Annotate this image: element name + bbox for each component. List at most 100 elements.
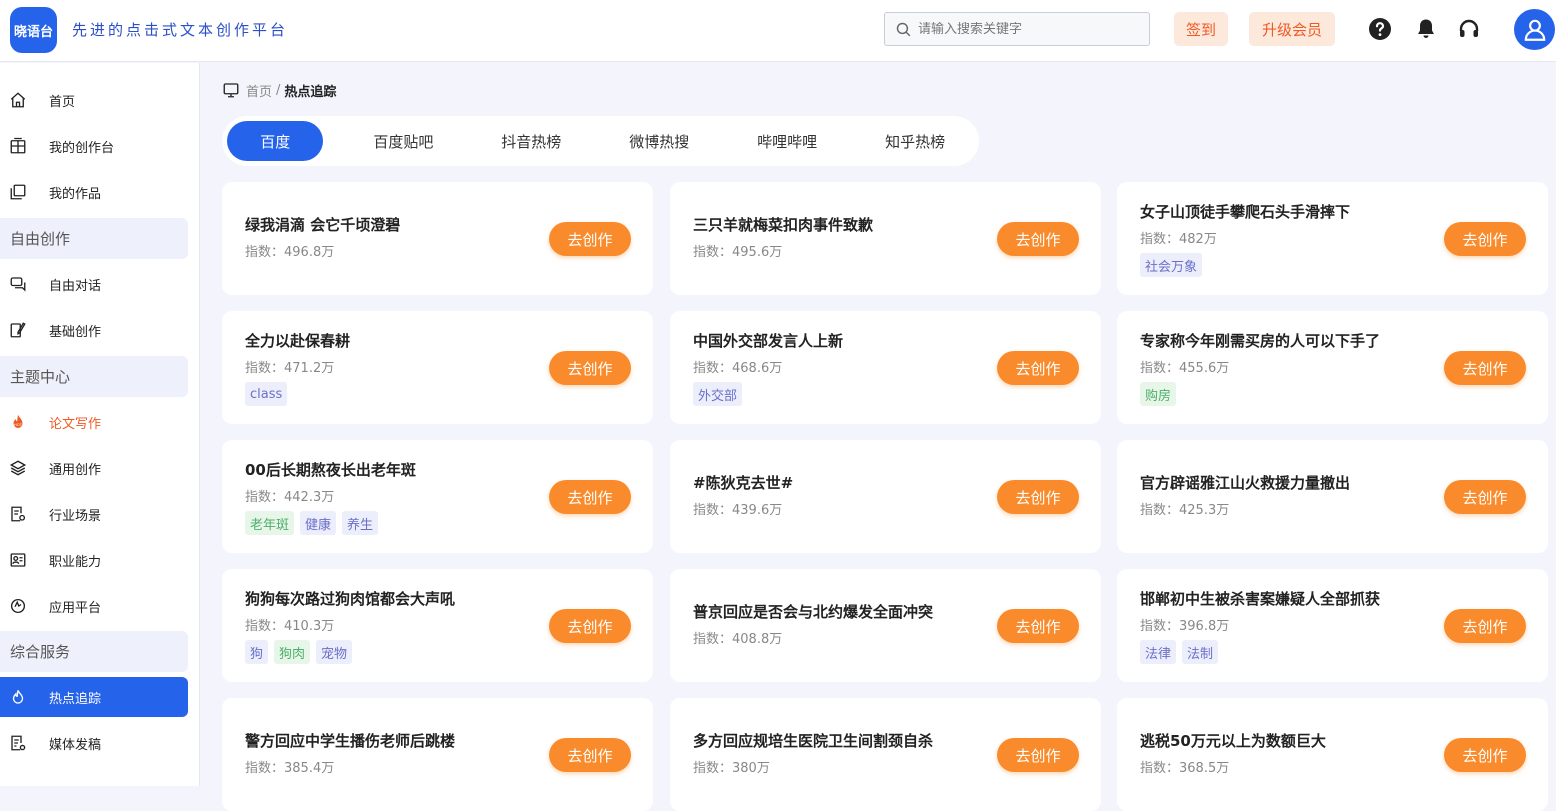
hot-topic-title[interactable]: 警方回应中学生播伤老师后跳楼 <box>245 730 455 751</box>
hot-topic-card[interactable]: 警方回应中学生播伤老师后跳楼指数：385.4万 去创作 <box>222 698 653 811</box>
hot-topic-title[interactable]: 普京回应是否会与北约爆发全面冲突 <box>693 601 933 622</box>
topic-tag[interactable]: 狗 <box>245 640 269 664</box>
help-icon[interactable] <box>1368 17 1392 41</box>
sidebar-item-label: 热点追踪 <box>49 691 102 707</box>
hot-index-value: 指数：471.2万 <box>245 361 335 376</box>
hot-topic-card[interactable]: 三只羊就梅菜扣肉事件致歉 指数：495.6万 去创作 <box>670 182 1101 295</box>
sidebar-item-free-chat[interactable]: 自由对话 <box>0 264 188 304</box>
hot-topic-card[interactable]: 绿我涓滴 会它千顷澄碧 指数：496.8万 去创作 <box>222 182 653 295</box>
signin-button[interactable]: 签到 <box>1174 12 1228 46</box>
breadcrumb-home[interactable]: 首页 <box>246 81 272 100</box>
search-box[interactable] <box>884 12 1150 46</box>
hot-topic-title[interactable]: 官方辟谣雅江山火救援力量撤出 <box>1140 472 1350 493</box>
tab-douyin[interactable]: 抖音热榜 <box>467 121 595 161</box>
go-create-button[interactable]: 去创作 <box>549 738 631 772</box>
tab-bilibili[interactable]: 哔哩哔哩 <box>723 121 851 161</box>
sidebar-item-career-skills[interactable]: 职业能力 <box>0 540 188 580</box>
topic-tag[interactable]: 法制 <box>1182 640 1219 664</box>
go-create-button[interactable]: 去创作 <box>1444 480 1526 514</box>
hot-topic-card[interactable]: 多方回应规培生医院卫生间割颈自杀 指数：380万 去创作 <box>670 698 1101 811</box>
hot-index-value: 指数：410.3万 <box>245 619 335 634</box>
tab-weibo[interactable]: 微博热搜 <box>595 121 723 161</box>
topic-tag[interactable]: 老年斑 <box>245 511 295 535</box>
hot-topic-title[interactable]: 狗狗每次路过狗肉馆都会大声吼 <box>245 588 455 609</box>
headset-icon[interactable] <box>1457 17 1481 41</box>
sidebar-item-paper-writing[interactable]: HOT 论文写作 <box>0 402 188 442</box>
topic-tag[interactable]: class <box>245 382 288 406</box>
go-create-button[interactable]: 去创作 <box>549 222 631 256</box>
go-create-button[interactable]: 去创作 <box>549 351 631 385</box>
go-create-button[interactable]: 去创作 <box>549 480 631 514</box>
hot-topic-card[interactable]: 女子山顶徒手攀爬石头手滑摔下指数：482万社会万象 去创作 <box>1117 182 1548 295</box>
hot-topic-title[interactable]: 00后长期熬夜长出老年斑 <box>245 459 416 480</box>
sidebar-item-app-platform[interactable]: 应用平台 <box>0 586 188 626</box>
hot-topic-card[interactable]: 狗狗每次路过狗肉馆都会大声吼指数：410.3万狗狗肉 宠物 去创作 <box>222 569 653 682</box>
bell-icon[interactable] <box>1414 17 1438 41</box>
go-create-button[interactable]: 去创作 <box>997 738 1079 772</box>
hot-topic-card[interactable]: 00后长期熬夜长出老年斑指数：442.3万老年斑 健康 养生 去创作 <box>222 440 653 553</box>
sidebar-item-label: 我的创作台 <box>49 140 115 156</box>
hot-index-value: 指数：482万 <box>1140 232 1217 247</box>
sidebar-item-basic-creation[interactable]: 基础创作 <box>0 310 188 350</box>
tab-zhihu[interactable]: 知乎热榜 <box>851 121 979 161</box>
article-icon <box>8 733 28 753</box>
hot-topic-title[interactable]: 全力以赴保春耕 <box>245 330 350 351</box>
hot-topic-card[interactable]: 普京回应是否会与北约爆发全面冲突 指数：408.8万 去创作 <box>670 569 1101 682</box>
sidebar-item-media-publishing[interactable]: 媒体发稿 <box>0 723 188 763</box>
sidebar-item-home[interactable]: 首页 <box>0 80 188 120</box>
go-create-button[interactable]: 去创作 <box>549 609 631 643</box>
topic-tag[interactable]: 健康 <box>300 511 337 535</box>
sidebar-item-workspace[interactable]: 我的创作台 <box>0 126 188 166</box>
topic-tag[interactable]: 养生 <box>342 511 379 535</box>
go-create-button[interactable]: 去创作 <box>1444 609 1526 643</box>
go-create-button[interactable]: 去创作 <box>997 609 1079 643</box>
hot-topic-title[interactable]: 女子山顶徒手攀爬石头手滑摔下 <box>1140 201 1350 222</box>
hot-topic-title[interactable]: 逃税50万元以上为数额巨大 <box>1140 730 1326 751</box>
hot-index-value: 指数：385.4万 <box>245 761 335 776</box>
source-tabs: 百度 百度贴吧 抖音热榜 微博热搜 哔哩哔哩 知乎热榜 <box>222 116 979 166</box>
upgrade-member-button[interactable]: 升级会员 <box>1249 12 1335 46</box>
search-input[interactable] <box>918 21 1138 37</box>
sidebar-item-general-creation[interactable]: 通用创作 <box>0 448 188 488</box>
logo[interactable]: 晓语台 <box>10 7 57 53</box>
topic-tag[interactable]: 宠物 <box>316 640 353 664</box>
go-create-button[interactable]: 去创作 <box>1444 738 1526 772</box>
hot-topic-title[interactable]: #陈狄克去世# <box>693 472 793 493</box>
sidebar-item-works[interactable]: 我的作品 <box>0 172 188 212</box>
sidebar-item-label: 基础创作 <box>49 324 102 340</box>
topic-tag[interactable]: 社会万象 <box>1140 253 1203 277</box>
hot-topic-title[interactable]: 三只羊就梅菜扣肉事件致歉 <box>693 214 873 235</box>
hot-topic-card[interactable]: 官方辟谣雅江山火救援力量撤出 指数：425.3万 去创作 <box>1117 440 1548 553</box>
topic-tag[interactable]: 狗肉 <box>274 640 311 664</box>
hot-index-value: 指数：442.3万 <box>245 490 335 505</box>
tab-baidu-tieba[interactable]: 百度贴吧 <box>339 121 467 161</box>
go-create-button[interactable]: 去创作 <box>1444 222 1526 256</box>
go-create-button[interactable]: 去创作 <box>997 222 1079 256</box>
hot-topic-card[interactable]: #陈狄克去世# 指数：439.6万 去创作 <box>670 440 1101 553</box>
tag-list: 狗狗肉 宠物 <box>245 640 358 664</box>
topic-tag[interactable]: 购房 <box>1140 382 1177 406</box>
tab-baidu[interactable]: 百度 <box>227 121 324 161</box>
svg-text:HOT: HOT <box>14 423 23 427</box>
monitor-icon <box>223 83 239 98</box>
hot-topic-title[interactable]: 邯郸初中生被杀害案嫌疑人全部抓获 <box>1140 588 1380 609</box>
section-general-services: 综合服务 <box>0 631 188 672</box>
avatar[interactable] <box>1514 9 1555 50</box>
go-create-button[interactable]: 去创作 <box>997 480 1079 514</box>
hot-topic-card[interactable]: 专家称今年刚需买房的人可以下手了 指数：455.6万 购房 去创作 <box>1117 311 1548 424</box>
go-create-button[interactable]: 去创作 <box>997 351 1079 385</box>
sidebar: 首页 我的创作台 我的作品 自由创作 自由对话 基础创作 主题中心 HOT 论文… <box>0 63 200 786</box>
sidebar-item-industry-scenarios[interactable]: 行业场景 <box>0 494 188 534</box>
topic-tag[interactable]: 外交部 <box>693 382 743 406</box>
topic-tag[interactable]: 法律 <box>1140 640 1177 664</box>
hot-topic-card[interactable]: 中国外交部发言人上新 指数：468.6万 外交部 去创作 <box>670 311 1101 424</box>
hot-topic-card[interactable]: 全力以赴保春耕指数：471.2万 class 去创作 <box>222 311 653 424</box>
hot-topic-title[interactable]: 多方回应规培生医院卫生间割颈自杀 <box>693 730 933 751</box>
hot-topic-title[interactable]: 中国外交部发言人上新 <box>693 330 843 351</box>
hot-topic-card[interactable]: 邯郸初中生被杀害案嫌疑人全部抓获 指数：396.8万 法律 法制 去创作 <box>1117 569 1548 682</box>
hot-topic-title[interactable]: 绿我涓滴 会它千顷澄碧 <box>245 214 400 235</box>
hot-topic-card[interactable]: 逃税50万元以上为数额巨大 指数：368.5万 去创作 <box>1117 698 1548 811</box>
go-create-button[interactable]: 去创作 <box>1444 351 1526 385</box>
sidebar-item-hot-tracking[interactable]: 热点追踪 <box>0 677 188 717</box>
hot-topic-title[interactable]: 专家称今年刚需买房的人可以下手了 <box>1140 330 1380 351</box>
